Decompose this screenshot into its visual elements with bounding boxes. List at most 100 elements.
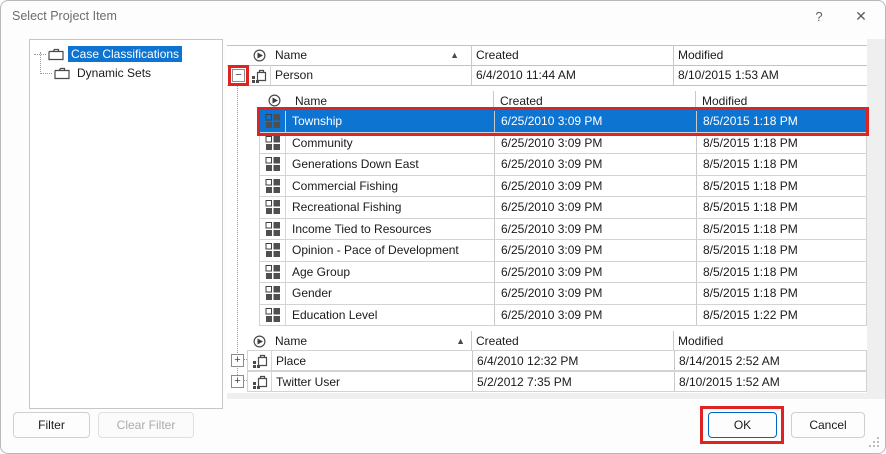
case-icon xyxy=(260,261,286,282)
row-modified: 8/5/2015 1:18 PM xyxy=(696,218,866,239)
column-header-modified[interactable]: Modified xyxy=(673,45,867,65)
column-header-created[interactable]: Created xyxy=(493,91,695,110)
tree-connector-stub xyxy=(34,53,46,55)
table-row-generations-down-east[interactable]: Generations Down East 6/25/2010 3:09 PM … xyxy=(259,153,867,176)
table-row-education-level[interactable]: Education Level 6/25/2010 3:09 PM 8/5/20… xyxy=(259,303,867,326)
row-created: 6/25/2010 3:09 PM xyxy=(494,240,696,261)
help-icon: ? xyxy=(815,8,823,24)
cancel-button[interactable]: Cancel xyxy=(791,412,865,438)
table-row-recreational-fishing[interactable]: Recreational Fishing 6/25/2010 3:09 PM 8… xyxy=(259,196,867,219)
tree-item-label: Dynamic Sets xyxy=(77,66,152,80)
classification-icon xyxy=(247,65,271,85)
table-row-community[interactable]: Community 6/25/2010 3:09 PM 8/5/2015 1:1… xyxy=(259,131,867,154)
row-created: 6/25/2010 3:09 PM xyxy=(494,304,696,325)
sort-ascending-icon: ▲ xyxy=(450,50,459,60)
row-name: Income Tied to Resources xyxy=(292,221,432,236)
table-row-township[interactable]: Township 6/25/2010 3:09 PM 8/5/2015 1:18… xyxy=(257,107,869,136)
case-icon xyxy=(260,132,286,153)
column-header-name[interactable]: Name ▲ xyxy=(271,331,471,351)
column-header-modified[interactable]: Modified xyxy=(695,91,867,110)
list-header-nested: Name Created Modified xyxy=(259,91,867,110)
tree-connector-stub xyxy=(40,72,52,74)
table-row-place[interactable]: Place 6/4/2010 12:32 PM 8/14/2015 2:52 A… xyxy=(247,350,867,371)
case-icon xyxy=(260,283,286,304)
row-name: Twitter User xyxy=(276,374,341,389)
row-name: Generations Down East xyxy=(292,157,419,172)
row-created: 6/25/2010 3:09 PM xyxy=(494,154,696,175)
table-row-income-tied-to-resources[interactable]: Income Tied to Resources 6/25/2010 3:09 … xyxy=(259,217,867,240)
table-row-twitter-user[interactable]: Twitter User 5/2/2012 7:35 PM 8/10/2015 … xyxy=(247,371,867,392)
close-button[interactable]: ✕ xyxy=(844,1,878,31)
table-row-opinion-pace-of-development[interactable]: Opinion - Pace of Development 6/25/2010 … xyxy=(259,239,867,262)
ok-button[interactable]: OK xyxy=(708,412,777,438)
list-content: Name ▲ Created Modified Person 6/4/2010 … xyxy=(227,39,869,393)
list-header-bottom: Name ▲ Created Modified xyxy=(247,331,867,351)
row-modified: 8/14/2015 2:52 AM xyxy=(674,351,866,370)
row-created: 5/2/2012 7:35 PM xyxy=(472,372,674,391)
tree-item-dynamic-sets[interactable]: Dynamic Sets xyxy=(40,64,154,82)
case-icon xyxy=(260,218,286,239)
row-created: 6/25/2010 3:09 PM xyxy=(494,283,696,304)
row-name: Place xyxy=(276,353,307,368)
row-name: Age Group xyxy=(292,264,351,279)
row-modified: 8/5/2015 1:18 PM xyxy=(696,261,866,282)
row-modified: 8/5/2015 1:18 PM xyxy=(696,175,866,196)
clear-filter-button[interactable]: Clear Filter xyxy=(98,412,194,438)
column-header-created[interactable]: Created xyxy=(471,45,673,65)
column-marker-icon xyxy=(247,45,271,65)
row-created: 6/4/2010 12:32 PM xyxy=(472,351,674,370)
nested-case-table: Name Created Modified Township 6/25/2010… xyxy=(257,91,869,326)
classification-icon xyxy=(248,372,272,391)
column-header-name[interactable]: Name xyxy=(289,91,493,110)
case-icon xyxy=(260,175,286,196)
row-modified: 8/5/2015 1:18 PM xyxy=(696,283,866,304)
tree-item-label: Case Classifications xyxy=(68,46,183,62)
row-created: 6/25/2010 3:09 PM xyxy=(494,197,696,218)
expand-toggle-place[interactable]: + xyxy=(231,354,244,367)
row-created: 6/25/2010 3:09 PM xyxy=(494,132,696,153)
column-marker-icon xyxy=(247,331,271,351)
close-icon: ✕ xyxy=(855,7,867,24)
table-row-age-group[interactable]: Age Group 6/25/2010 3:09 PM 8/5/2015 1:1… xyxy=(259,260,867,283)
sort-ascending-icon: ▲ xyxy=(456,336,465,346)
row-modified: 8/5/2015 1:18 PM xyxy=(696,111,866,132)
divider xyxy=(227,85,867,86)
table-row-commercial-fishing[interactable]: Commercial Fishing 6/25/2010 3:09 PM 8/5… xyxy=(259,174,867,197)
row-name: Education Level xyxy=(292,307,378,322)
expand-toggle-twitter-user[interactable]: + xyxy=(231,375,244,388)
row-modified: 8/10/2015 1:53 AM xyxy=(673,65,867,85)
row-modified: 8/5/2015 1:18 PM xyxy=(696,197,866,218)
case-icon xyxy=(260,240,286,261)
table-row-person[interactable]: Person 6/4/2010 11:44 AM 8/10/2015 1:53 … xyxy=(247,65,867,85)
row-name: Person xyxy=(275,68,314,82)
case-icon xyxy=(260,111,286,132)
help-button[interactable]: ? xyxy=(802,1,836,31)
table-row-gender[interactable]: Gender 6/25/2010 3:09 PM 8/5/2015 1:18 P… xyxy=(259,282,867,305)
collapse-toggle-person[interactable]: − xyxy=(232,69,245,82)
title-bar: Select Project Item ? ✕ xyxy=(1,1,885,33)
row-modified: 8/5/2015 1:18 PM xyxy=(696,240,866,261)
case-icon xyxy=(260,197,286,218)
column-marker-icon xyxy=(259,91,289,110)
case-icon xyxy=(260,304,286,325)
column-header-modified[interactable]: Modified xyxy=(673,331,867,351)
nested-rows: Township 6/25/2010 3:09 PM 8/5/2015 1:18… xyxy=(257,107,869,326)
filter-button[interactable]: Filter xyxy=(13,412,90,438)
row-name: Commercial Fishing xyxy=(292,178,399,193)
folder-icon xyxy=(54,67,70,79)
gutter-connector-line xyxy=(237,85,238,381)
row-modified: 8/5/2015 1:22 PM xyxy=(696,304,866,325)
row-modified: 8/5/2015 1:18 PM xyxy=(696,154,866,175)
column-header-name[interactable]: Name ▲ xyxy=(271,45,471,65)
tree-item-case-classifications[interactable]: Case Classifications xyxy=(34,45,183,63)
classification-icon xyxy=(248,351,272,370)
row-created: 6/25/2010 3:09 PM xyxy=(494,261,696,282)
row-created: 6/25/2010 3:09 PM xyxy=(494,175,696,196)
list-header-top: Name ▲ Created Modified xyxy=(247,45,867,65)
dialog-title: Select Project Item xyxy=(12,9,117,23)
project-tree-panel: Case Classifications Dynamic Sets xyxy=(29,39,223,409)
row-name: Township xyxy=(292,114,343,129)
column-header-created[interactable]: Created xyxy=(471,331,673,351)
resize-grip[interactable] xyxy=(868,437,880,449)
folder-icon xyxy=(48,48,64,60)
